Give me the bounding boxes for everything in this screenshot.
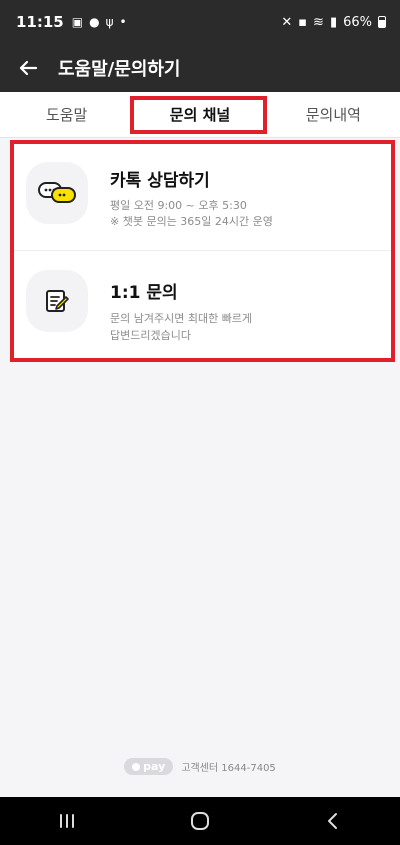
recent-apps-icon[interactable] bbox=[37, 797, 97, 845]
wifi-icon: ≋ bbox=[313, 14, 324, 30]
system-nav-bar bbox=[0, 797, 400, 845]
kakaopay-logo: pay bbox=[124, 758, 174, 775]
tab-inquiry-channel[interactable]: 문의 채널 bbox=[133, 92, 266, 137]
lock-icon: ▪ bbox=[298, 14, 308, 30]
back-nav-icon[interactable] bbox=[303, 797, 363, 845]
tab-inquiry-history[interactable]: 문의내역 bbox=[267, 92, 400, 137]
tab-inquiry-history-label: 문의내역 bbox=[305, 106, 361, 124]
chat-icon: ● bbox=[89, 15, 100, 29]
pay-dot-icon bbox=[132, 762, 141, 771]
gallery-icon: ▣ bbox=[71, 15, 84, 29]
tab-active-underline bbox=[147, 131, 253, 133]
battery-text: 66% bbox=[343, 14, 372, 30]
kakaotalk-consult-item[interactable]: 카톡 상담하기 평일 오전 9:00 ~ 오후 5:30 ※ 챗봇 문의는 36… bbox=[14, 144, 391, 251]
tab-help[interactable]: 도움말 bbox=[0, 92, 133, 137]
battery-icon bbox=[378, 16, 386, 28]
one-to-one-inquiry-desc-2: 답변드리겠습니다 bbox=[110, 329, 191, 342]
channel-list-highlight: 카톡 상담하기 평일 오전 9:00 ~ 오후 5:30 ※ 챗봇 문의는 36… bbox=[10, 140, 395, 362]
back-arrow-icon[interactable] bbox=[16, 56, 40, 80]
tab-inquiry-channel-label: 문의 채널 bbox=[169, 106, 231, 124]
mute-icon: ✕ bbox=[281, 14, 293, 30]
pay-label: pay bbox=[143, 760, 166, 773]
kakaotalk-consult-hours: 평일 오전 9:00 ~ 오후 5:30 bbox=[110, 199, 247, 212]
app-bar: 도움말/문의하기 bbox=[0, 44, 400, 92]
status-bar: 11:15 ▣ ● ψ • ✕ ▪ ≋ ▮ 66% bbox=[0, 0, 400, 44]
one-to-one-inquiry-item[interactable]: 1:1 문의 문의 남겨주시면 최대한 빠르게 답변드리겠습니다 bbox=[14, 252, 391, 359]
one-to-one-inquiry-desc-1: 문의 남겨주시면 최대한 빠르게 bbox=[110, 312, 253, 325]
page-title: 도움말/문의하기 bbox=[58, 59, 181, 80]
customer-center-text: 고객센터 1644-7405 bbox=[181, 763, 276, 774]
footer: pay 고객센터 1644-7405 bbox=[0, 758, 400, 775]
signal-icon: ▮ bbox=[329, 14, 338, 30]
home-icon[interactable] bbox=[170, 797, 230, 845]
one-to-one-inquiry-title: 1:1 문의 bbox=[110, 283, 178, 303]
status-time: 11:15 bbox=[16, 13, 64, 31]
chat-bubbles-icon bbox=[26, 162, 88, 224]
dot-icon: • bbox=[119, 15, 127, 29]
memo-edit-icon bbox=[26, 270, 88, 332]
tab-help-label: 도움말 bbox=[45, 106, 88, 124]
kakaotalk-consult-chatbot-note: ※ 챗봇 문의는 365일 24시간 운영 bbox=[110, 215, 273, 228]
usb-icon: ψ bbox=[105, 15, 114, 29]
kakaotalk-consult-title: 카톡 상담하기 bbox=[110, 171, 210, 191]
tab-bar: 도움말 문의 채널 문의내역 bbox=[0, 92, 400, 138]
